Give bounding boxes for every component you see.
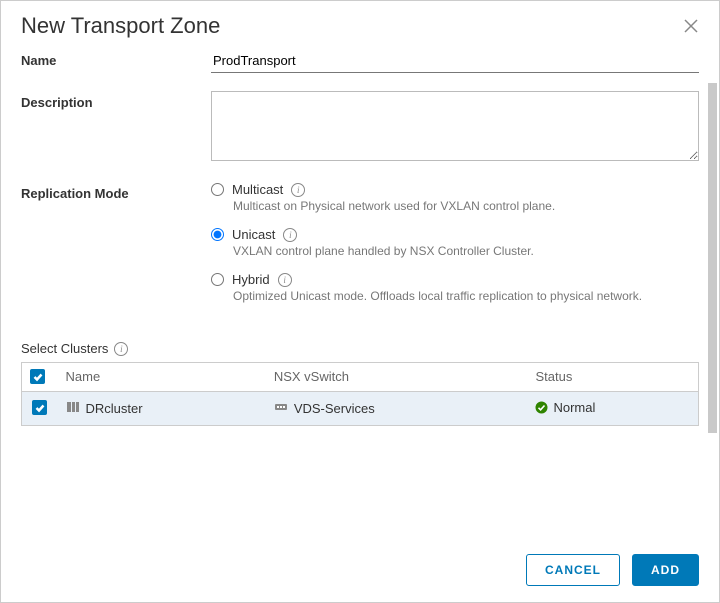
cancel-button[interactable]: CANCEL xyxy=(526,554,620,586)
replication-desc: Multicast on Physical network used for V… xyxy=(233,199,699,213)
cell-status: Normal xyxy=(527,391,698,425)
dialog-header: New Transport Zone xyxy=(1,1,719,45)
description-textarea[interactable] xyxy=(211,91,699,161)
status-ok-icon xyxy=(535,401,548,414)
header-checkbox-cell[interactable] xyxy=(22,363,58,392)
description-row: Description xyxy=(21,91,699,164)
cell-vswitch-text: VDS-Services xyxy=(294,401,375,416)
table-header-row: Name NSX vSwitch Status xyxy=(22,363,699,392)
select-clusters-label: Select Clusters i xyxy=(21,341,699,356)
dialog-title: New Transport Zone xyxy=(21,13,220,39)
replication-radio-unicast[interactable]: Unicast i xyxy=(211,227,699,242)
close-icon[interactable] xyxy=(683,18,699,34)
add-button[interactable]: ADD xyxy=(632,554,699,586)
replication-option-hybrid: Hybrid i Optimized Unicast mode. Offload… xyxy=(211,272,699,303)
checkbox-checked-icon[interactable] xyxy=(32,400,47,415)
replication-name: Multicast xyxy=(232,182,283,197)
col-name[interactable]: Name xyxy=(58,363,266,392)
scrollbar[interactable] xyxy=(708,53,717,513)
replication-option-multicast: Multicast i Multicast on Physical networ… xyxy=(211,182,699,213)
replication-name: Unicast xyxy=(232,227,275,242)
checkbox-checked-icon[interactable] xyxy=(30,369,45,384)
replication-option-unicast: Unicast i VXLAN control plane handled by… xyxy=(211,227,699,258)
replication-label: Replication Mode xyxy=(21,182,211,201)
replication-radio-multicast[interactable]: Multicast i xyxy=(211,182,699,197)
name-row: Name xyxy=(21,49,699,73)
row-checkbox-cell[interactable] xyxy=(22,391,58,425)
cell-vswitch: VDS-Services xyxy=(266,391,528,425)
replication-radio-hybrid[interactable]: Hybrid i xyxy=(211,272,699,287)
replication-name: Hybrid xyxy=(232,272,270,287)
cell-status-text: Normal xyxy=(553,400,595,415)
replication-desc: Optimized Unicast mode. Offloads local t… xyxy=(233,289,699,303)
replication-row: Replication Mode Multicast i Multicast o… xyxy=(21,182,699,317)
info-icon[interactable]: i xyxy=(278,273,292,287)
info-icon[interactable]: i xyxy=(114,342,128,356)
radio-hybrid[interactable] xyxy=(211,273,224,286)
cell-name: DRcluster xyxy=(58,391,266,425)
cluster-icon xyxy=(66,400,80,417)
table-row[interactable]: DRcluster VDS-Services xyxy=(22,391,699,425)
info-icon[interactable]: i xyxy=(291,183,305,197)
col-vswitch[interactable]: NSX vSwitch xyxy=(266,363,528,392)
vswitch-icon xyxy=(274,400,288,417)
col-status[interactable]: Status xyxy=(527,363,698,392)
name-label: Name xyxy=(21,49,211,68)
dialog-body: Name Description Replication Mode Multic… xyxy=(1,45,719,515)
replication-desc: VXLAN control plane handled by NSX Contr… xyxy=(233,244,699,258)
cell-name-text: DRcluster xyxy=(86,401,143,416)
dialog-footer: CANCEL ADD xyxy=(1,538,719,602)
clusters-table: Name NSX vSwitch Status DRcluster xyxy=(21,362,699,426)
select-clusters-text: Select Clusters xyxy=(21,341,108,356)
name-input[interactable] xyxy=(211,49,699,73)
scrollbar-thumb[interactable] xyxy=(708,83,717,433)
description-label: Description xyxy=(21,91,211,110)
radio-unicast[interactable] xyxy=(211,228,224,241)
radio-multicast[interactable] xyxy=(211,183,224,196)
info-icon[interactable]: i xyxy=(283,228,297,242)
